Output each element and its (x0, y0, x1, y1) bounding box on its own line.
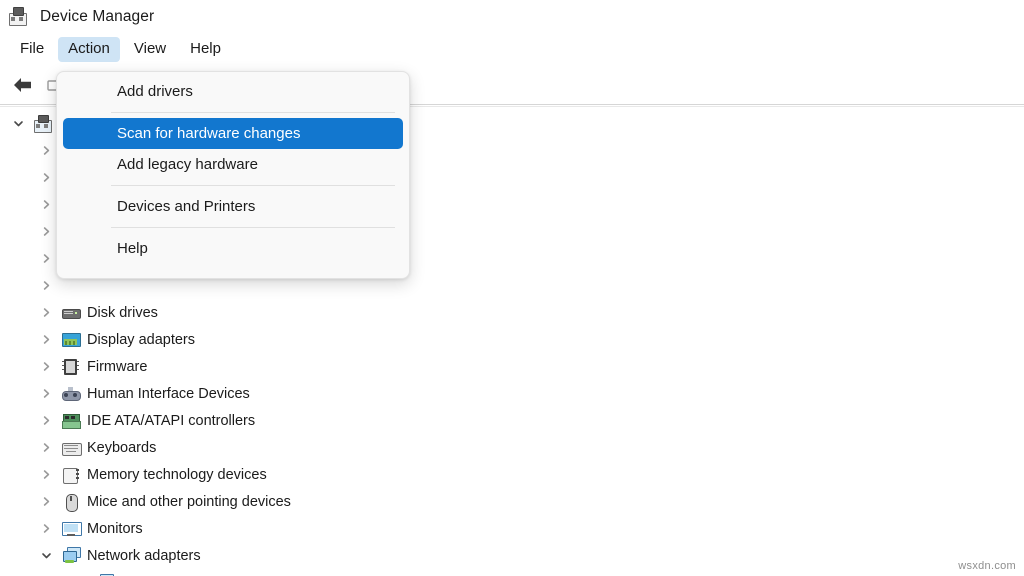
menu-item-help[interactable]: Help (63, 233, 403, 264)
menu-item-add-drivers[interactable]: Add drivers (63, 76, 403, 107)
tree-row-disk-drives[interactable]: Disk drives (0, 299, 1024, 326)
tree-item-label: Human Interface Devices (87, 385, 250, 402)
menubar-item-action[interactable]: Action (58, 36, 120, 62)
menubar-item-view[interactable]: View (124, 37, 176, 62)
chevron-right-icon[interactable] (40, 441, 53, 454)
tree-item-label: Monitors (87, 520, 143, 537)
computer-icon (34, 114, 52, 133)
keyboard-icon (62, 439, 82, 457)
menu-separator (111, 227, 395, 228)
menu-separator (111, 185, 395, 186)
tree-row-monitors[interactable]: Monitors (0, 515, 1024, 542)
tree-row-human-interface-devices[interactable]: Human Interface Devices (0, 380, 1024, 407)
tree-item-label: Disk drives (87, 304, 158, 321)
tree-item-label: IDE ATA/ATAPI controllers (87, 412, 256, 429)
chevron-right-icon[interactable] (40, 522, 53, 535)
tree-row-memory-technology-devices[interactable]: Memory technology devices (0, 461, 1024, 488)
display-adapter-icon (62, 331, 81, 349)
back-arrow-icon[interactable] (8, 71, 38, 99)
memory-device-icon (62, 466, 80, 484)
chevron-right-icon[interactable] (40, 495, 53, 508)
menu-item-devices-and-printers[interactable]: Devices and Printers (63, 191, 403, 222)
mouse-icon (62, 493, 80, 512)
tree-item-label: Memory technology devices (87, 466, 267, 483)
tree-item-label: Display adapters (87, 331, 195, 348)
tree-row-keyboards[interactable]: Keyboards (0, 434, 1024, 461)
chevron-right-icon[interactable] (40, 414, 53, 427)
chevron-right-icon[interactable] (40, 198, 53, 211)
chevron-right-icon[interactable] (40, 252, 53, 265)
watermark: wsxdn.com (958, 560, 1016, 572)
device-manager-icon (8, 6, 30, 28)
tree-row-firmware[interactable]: Firmware (0, 353, 1024, 380)
tree-item-label: Firmware (87, 358, 148, 375)
menu-item-add-legacy-hardware[interactable]: Add legacy hardware (63, 149, 403, 180)
chevron-right-icon[interactable] (40, 306, 53, 319)
menu-separator (111, 112, 395, 113)
chevron-right-icon[interactable] (40, 144, 53, 157)
chevron-right-icon[interactable] (40, 360, 53, 373)
tree-row-mice-and-other-pointing-devices[interactable]: Mice and other pointing devices (0, 488, 1024, 515)
chevron-right-icon[interactable] (40, 387, 53, 400)
chevron-right-icon[interactable] (40, 225, 53, 238)
chevron-right-icon[interactable] (40, 171, 53, 184)
tree-row-display-adapters[interactable]: Display adapters (0, 326, 1024, 353)
tree-item-label: Mice and other pointing devices (87, 493, 291, 510)
chevron-down-icon[interactable] (40, 549, 53, 562)
menubar-item-help[interactable]: Help (180, 37, 231, 62)
title-bar: Device Manager (0, 0, 1024, 34)
menu-bar: File Action View Help (0, 34, 1024, 64)
tree-row-network-adapters[interactable]: Network adapters (0, 542, 1024, 569)
chevron-right-icon[interactable] (40, 333, 53, 346)
tree-item-label: Network adapters (87, 547, 201, 564)
tree-row-bluetooth-device[interactable]: Bluetooth Device (Personal Area Network) (0, 569, 1024, 576)
chevron-down-icon[interactable] (12, 117, 25, 130)
network-adapter-icon (62, 546, 81, 565)
window-title: Device Manager (40, 8, 155, 25)
ide-controller-icon (62, 412, 81, 430)
monitor-icon (62, 520, 82, 538)
menu-item-scan-for-hardware-changes[interactable]: Scan for hardware changes (63, 118, 403, 149)
chevron-right-icon[interactable] (40, 468, 53, 481)
firmware-icon (62, 358, 80, 376)
tree-row-ide-ata-atapi-controllers[interactable]: IDE ATA/ATAPI controllers (0, 407, 1024, 434)
chevron-right-icon[interactable] (40, 279, 53, 292)
disk-drive-icon (62, 304, 81, 322)
tree-item-label: Keyboards (87, 439, 157, 456)
menubar-item-file[interactable]: File (10, 37, 54, 62)
action-dropdown-menu[interactable]: Add drivers Scan for hardware changes Ad… (56, 71, 410, 279)
hid-icon (62, 385, 81, 403)
